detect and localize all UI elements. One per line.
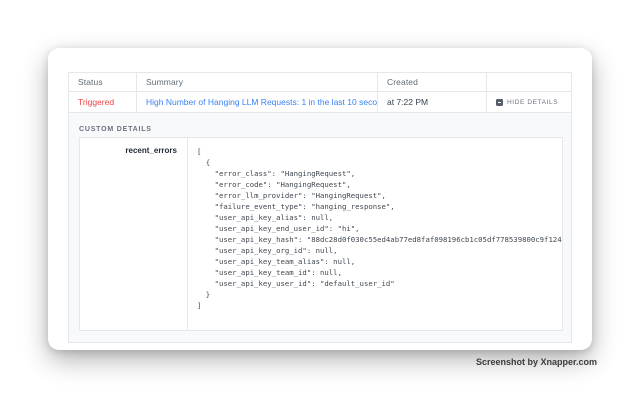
- collapse-minus-icon: [496, 99, 503, 106]
- page-background: Status Summary Created Triggered High Nu…: [0, 0, 640, 416]
- alert-table-row: Triggered High Number of Hanging LLM Req…: [69, 92, 571, 113]
- details-box: recent_errors [ { "error_class": "Hangin…: [79, 137, 563, 331]
- alert-details-card: Status Summary Created Triggered High Nu…: [48, 48, 592, 350]
- column-header-summary: Summary: [137, 73, 378, 91]
- alert-summary-link[interactable]: High Number of Hanging LLM Requests: 1 i…: [146, 97, 378, 107]
- alert-summary-cell: High Number of Hanging LLM Requests: 1 i…: [137, 92, 378, 112]
- custom-details-panel: CUSTOM DETAILS recent_errors [ { "error_…: [69, 113, 571, 342]
- details-json-value: [ { "error_class": "HangingRequest", "er…: [188, 138, 562, 330]
- hide-details-button[interactable]: HIDE DETAILS: [496, 99, 558, 106]
- alert-created-cell: at 7:22 PM: [378, 92, 487, 112]
- column-header-actions: [487, 73, 571, 91]
- custom-details-heading: CUSTOM DETAILS: [79, 126, 561, 133]
- minus-bar: [498, 102, 502, 103]
- alert-actions-cell: HIDE DETAILS: [487, 92, 571, 112]
- alerts-table: Status Summary Created Triggered High Nu…: [68, 72, 572, 343]
- hide-details-label: HIDE DETAILS: [507, 99, 558, 106]
- alert-status-cell: Triggered: [69, 92, 137, 112]
- column-header-created: Created: [378, 73, 487, 91]
- details-key-recent-errors: recent_errors: [80, 138, 188, 330]
- column-header-status: Status: [69, 73, 137, 91]
- created-timestamp: at 7:22 PM: [387, 97, 428, 107]
- status-badge: Triggered: [78, 97, 114, 107]
- table-header-row: Status Summary Created: [69, 73, 571, 92]
- watermark-text: Screenshot by Xnapper.com: [476, 357, 597, 367]
